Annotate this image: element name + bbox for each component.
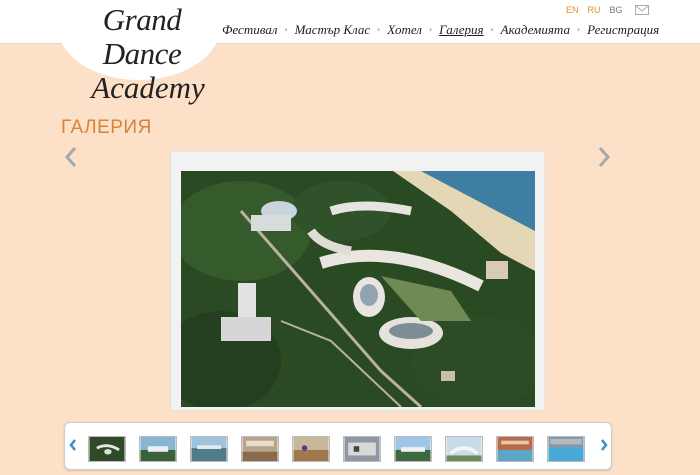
nav-item-gallery[interactable]: Галерия	[439, 22, 483, 38]
nav-item-registration[interactable]: Регистрация	[587, 22, 659, 38]
language-switcher: EN RU BG	[566, 5, 649, 15]
nav-separator: •	[428, 25, 433, 35]
gallery-thumbnail[interactable]	[88, 436, 126, 462]
nav-item-festival[interactable]: Фестивал	[222, 22, 277, 38]
site-logo[interactable]: Grand Dance Academy	[62, 2, 222, 105]
nav-item-hotel[interactable]: Хотел	[387, 22, 422, 38]
nav-separator: •	[377, 25, 381, 35]
gallery-thumbnail[interactable]	[547, 436, 585, 462]
nav-separator: •	[490, 25, 494, 35]
logo-line-1: Grand Dance	[102, 2, 182, 71]
thumbnail-strip	[64, 422, 612, 470]
nav-item-master-class[interactable]: Мастър Клас	[295, 22, 371, 38]
chevron-right-icon[interactable]	[597, 146, 611, 168]
lang-en-link[interactable]: EN	[566, 5, 579, 15]
chevron-left-icon[interactable]	[69, 438, 77, 452]
gallery-thumbnail[interactable]	[496, 436, 534, 462]
chevron-right-icon[interactable]	[600, 438, 608, 452]
lang-bg-link[interactable]: BG	[610, 5, 623, 15]
page-title: ГАЛЕРИЯ	[61, 117, 152, 138]
nav-separator: •	[576, 25, 581, 35]
gallery-thumbnail[interactable]	[394, 436, 432, 462]
gallery-thumbnail[interactable]	[190, 436, 228, 462]
chevron-left-icon[interactable]	[64, 146, 78, 168]
gallery-thumbnail[interactable]	[343, 436, 381, 462]
gallery-thumbnail[interactable]	[292, 436, 330, 462]
gallery-thumbnail[interactable]	[445, 436, 483, 462]
main-gallery-photo[interactable]	[181, 171, 535, 407]
nav-item-academy[interactable]: Академията	[501, 22, 570, 38]
mail-icon[interactable]	[634, 5, 649, 15]
gallery-thumbnail[interactable]	[139, 436, 177, 462]
logo-line-2: Academy	[91, 70, 205, 105]
main-nav: Фестивал • Мастър Клас • Хотел • Галерия…	[222, 22, 659, 38]
gallery-thumbnail[interactable]	[241, 436, 279, 462]
nav-separator: •	[284, 25, 288, 35]
lang-ru-link[interactable]: RU	[588, 5, 601, 15]
